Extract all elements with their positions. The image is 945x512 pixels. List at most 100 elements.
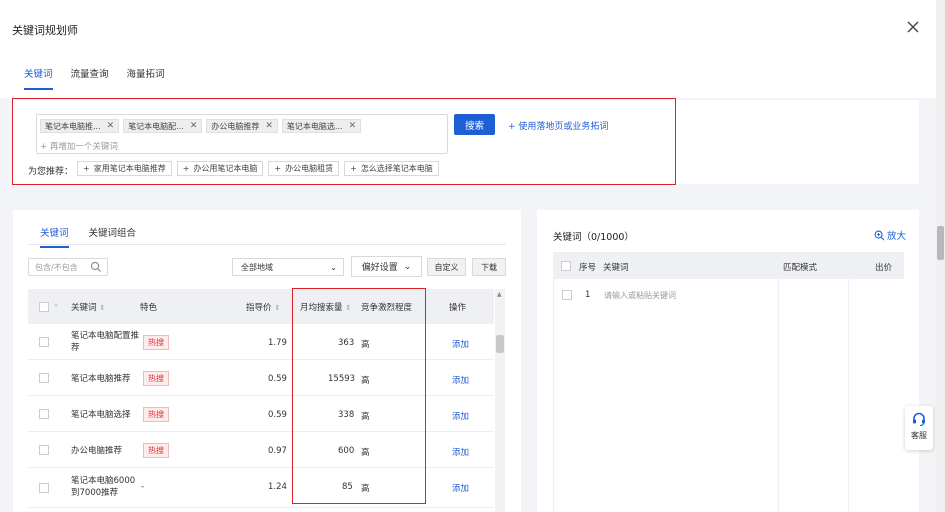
recommend-item[interactable]: + 办公用笔记本电脑: [176, 161, 264, 176]
competition-cell: 高: [361, 484, 370, 494]
column-header-index: 序号: [579, 263, 597, 273]
chip-label: 笔记本电脑选...: [286, 121, 343, 131]
hot-badge: 热搜: [143, 371, 169, 386]
add-link[interactable]: 添加: [452, 410, 469, 422]
search-button[interactable]: 搜索: [454, 114, 495, 135]
region-select[interactable]: 全部地域 ⌄: [232, 258, 344, 276]
selected-table-header: 序号 关键词 匹配模式 出价: [553, 252, 904, 279]
monthly-search-cell: 600: [338, 446, 355, 456]
page-scrollbar[interactable]: [936, 0, 945, 512]
table-row: 笔记本电脑6000到7000推荐 - 1.24 85 高 添加: [28, 468, 494, 508]
hot-badge: 热搜: [143, 335, 169, 350]
recommend-label: 为您推荐：: [28, 167, 74, 177]
monthly-search-cell: 15593: [328, 374, 356, 384]
column-header-competition: 竞争激烈程度: [361, 303, 413, 313]
plus-icon: +: [83, 164, 90, 173]
table-header: ⌄ 关键词 ⇕ 特色 指导价 ⇕ 月均搜索量 ⇕ 竞争激烈程度 操作: [28, 289, 494, 324]
row-index: 1: [585, 290, 591, 300]
selected-keywords-title: 关键词（0/1000）: [553, 232, 634, 243]
table-row: 办公电脑推荐 热搜 0.97 600 高 添加: [28, 432, 494, 468]
chevron-down-icon[interactable]: ⌄: [53, 300, 59, 308]
sort-icon: ⇕: [345, 304, 352, 312]
recommend-item[interactable]: + 怎么选择笔记本电脑: [344, 161, 439, 176]
chip-label: 笔记本电脑推...: [45, 121, 101, 131]
expand-by-landing-page-link[interactable]: + 使用落地页或业务拓词: [508, 119, 608, 132]
selected-table-body: 1 请输入或粘贴关键词: [553, 279, 904, 512]
chevron-down-icon: ⌄: [330, 263, 337, 272]
chip-label: 笔记本电脑配...: [128, 121, 184, 131]
add-link[interactable]: 添加: [452, 446, 469, 458]
tab-mass-expand[interactable]: 海量拓词: [127, 66, 165, 90]
zoom-label: 放大: [887, 231, 907, 242]
select-all-checkbox[interactable]: [39, 302, 49, 312]
filter-input[interactable]: 包含/不包含: [28, 258, 108, 276]
row-checkbox[interactable]: [39, 483, 49, 493]
table-scrollbar[interactable]: ▲: [495, 289, 505, 512]
plus-icon: +: [350, 164, 357, 173]
search-icon[interactable]: [90, 261, 102, 273]
close-icon[interactable]: ✕: [265, 121, 273, 131]
preference-settings-button[interactable]: 偏好设置 ⌄: [351, 256, 422, 277]
scrollbar-thumb[interactable]: [937, 226, 944, 260]
hot-badge: 热搜: [143, 407, 169, 422]
scrollbar-thumb[interactable]: [496, 335, 504, 353]
column-header-feature: 特色: [140, 303, 158, 313]
monthly-search-cell: 85: [342, 482, 353, 492]
keyword-cell: 笔记本电脑6000到7000推荐: [71, 476, 136, 498]
custom-button[interactable]: 自定义: [427, 258, 466, 276]
close-icon[interactable]: [905, 19, 921, 35]
row-checkbox[interactable]: [39, 409, 49, 419]
filter-placeholder: 包含/不包含: [35, 262, 78, 272]
region-value: 全部地域: [241, 262, 273, 272]
recommend-item-label: 怎么选择笔记本电脑: [360, 164, 433, 173]
keyword-chip: 笔记本电脑推... ✕: [40, 119, 120, 133]
column-header-price[interactable]: 指导价 ⇕: [246, 301, 280, 313]
tab-traffic-query[interactable]: 流量查询: [71, 66, 109, 90]
headset-icon: [913, 412, 925, 427]
table-row: 笔记本电脑推荐 热搜 0.59 15593 高 添加: [28, 360, 494, 396]
keyword-input-box[interactable]: 笔记本电脑推... ✕ 笔记本电脑配... ✕ 办公电脑推荐 ✕ 笔记本电脑选... ✕…: [36, 114, 448, 154]
row-checkbox[interactable]: [562, 290, 572, 300]
keyword-chips: 笔记本电脑推... ✕ 笔记本电脑配... ✕ 办公电脑推荐 ✕ 笔记本电脑选... ✕: [40, 119, 362, 133]
select-all-checkbox[interactable]: [561, 261, 571, 271]
download-button[interactable]: 下载: [472, 258, 506, 276]
preference-label: 偏好设置: [361, 263, 398, 273]
zoom-in-icon: [874, 230, 885, 240]
table-row: 笔记本电脑选择 热搜 0.59 338 高 添加: [28, 396, 494, 432]
competition-cell: 高: [361, 412, 370, 422]
add-link[interactable]: 添加: [452, 374, 469, 386]
add-link[interactable]: 添加: [452, 338, 469, 350]
sort-icon: ⇕: [274, 304, 281, 312]
price-cell: 1.24: [268, 482, 287, 492]
customer-service-button[interactable]: 客服: [905, 406, 933, 450]
competition-cell: 高: [361, 376, 370, 386]
keyword-paste-input[interactable]: 请输入或粘贴关键词: [604, 290, 676, 301]
keyword-cell: 笔记本电脑推荐: [71, 374, 131, 384]
page-title: 关键词规划师: [12, 24, 78, 37]
close-icon[interactable]: ✕: [349, 121, 357, 131]
zoom-button[interactable]: 放大: [874, 228, 906, 242]
column-header-keyword: 关键词: [603, 263, 629, 273]
column-header-bid: 出价: [875, 263, 893, 273]
close-icon[interactable]: ✕: [190, 121, 198, 131]
add-keyword-input[interactable]: + 再增加一个关键词: [40, 140, 118, 152]
column-header-keyword[interactable]: 关键词 ⇕: [71, 301, 105, 313]
close-icon[interactable]: ✕: [107, 121, 115, 131]
plus-icon: +: [182, 164, 190, 173]
chevron-down-icon: ⌄: [403, 261, 412, 272]
keyword-cell: 笔记本电脑选择: [71, 410, 131, 420]
tab-keyword[interactable]: 关键词: [24, 66, 53, 90]
header-tabs: 关键词 流量查询 海量拓词: [24, 66, 165, 90]
recommend-item[interactable]: + 家用笔记本电脑推荐: [77, 161, 172, 176]
row-checkbox[interactable]: [39, 373, 49, 383]
plus-icon: +: [274, 164, 282, 173]
column-header-monthly-search[interactable]: 月均搜索量 ⇕: [300, 301, 351, 313]
recommend-item[interactable]: + 办公电脑租赁: [268, 161, 340, 176]
row-checkbox[interactable]: [39, 337, 49, 347]
scroll-up-icon[interactable]: ▲: [497, 291, 502, 298]
row-checkbox[interactable]: [39, 445, 49, 455]
column-divider: [848, 279, 849, 512]
add-link[interactable]: 添加: [452, 482, 469, 494]
recommend-item-label: 办公电脑租赁: [285, 164, 334, 173]
chip-label: 办公电脑推荐: [211, 121, 260, 131]
